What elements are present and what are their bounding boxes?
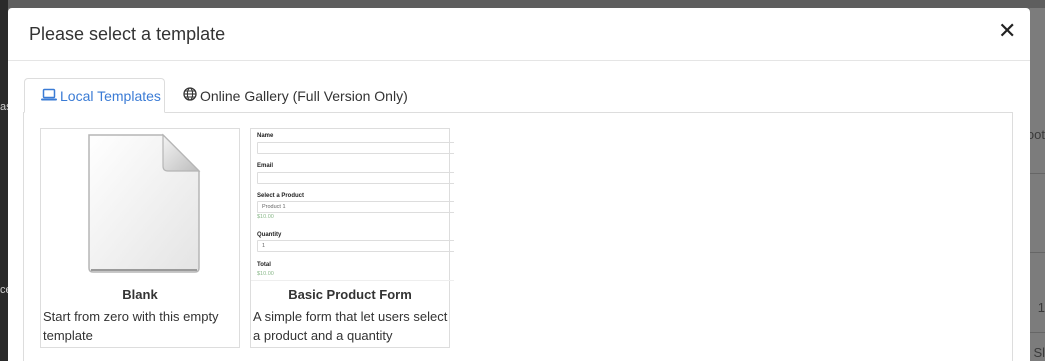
template-modal: Please select a template ✕ Local Templat… — [8, 8, 1030, 361]
preview-email-input — [257, 172, 454, 184]
preview-total-value: $10.00 — [257, 271, 274, 277]
preview-quantity-label: Quantity — [257, 232, 282, 238]
close-button[interactable]: ✕ — [998, 21, 1016, 43]
template-description: Start from zero with this empty template — [43, 309, 219, 343]
form-preview-thumbnail: Name Email Select a Product Product 1 $1… — [251, 129, 454, 281]
preview-email-label: Email — [257, 163, 274, 169]
backdrop-right-text: 1 — [1037, 300, 1045, 315]
template-description: A simple form that let users select a pr… — [253, 309, 448, 343]
backdrop-right-divider — [1030, 252, 1045, 253]
tab-label: Local Templates — [60, 87, 161, 104]
template-tabs: Local Templates Online Gallery (Full Ver… — [23, 78, 1013, 113]
modal-header: Please select a template ✕ — [8, 8, 1030, 61]
template-card-basic-product-form[interactable]: Name Email Select a Product Product 1 $1… — [250, 128, 454, 348]
backdrop-left-panel — [0, 0, 8, 361]
preview-total-label: Total — [257, 262, 271, 268]
backdrop-right-divider — [1030, 173, 1045, 174]
blank-page-icon — [85, 132, 205, 282]
preview-name-input — [257, 142, 454, 154]
laptop-icon — [41, 88, 60, 104]
tab-local-templates[interactable]: Local Templates — [24, 78, 165, 113]
backdrop-right-divider — [1030, 332, 1045, 333]
preview-product-price: $10.00 — [257, 214, 274, 220]
preview-product-label: Select a Product — [257, 193, 305, 199]
template-name: Blank — [122, 287, 158, 302]
template-name: Basic Product Form — [288, 287, 412, 302]
preview-product-select: Product 1 — [257, 201, 454, 213]
backdrop-top-strip — [0, 0, 1045, 8]
modal-title: Please select a template — [29, 24, 226, 44]
preview-quantity-input: 1 — [257, 240, 454, 252]
template-card-blank[interactable]: Blank Start from zero with this empty te… — [40, 128, 240, 348]
globe-icon — [183, 87, 200, 104]
tab-label: Online Gallery (Full Version Only) — [200, 87, 408, 104]
preview-name-label: Name — [257, 133, 274, 139]
tab-online-gallery[interactable]: Online Gallery (Full Version Only) — [183, 78, 408, 113]
backdrop-right-text: Sl — [1033, 345, 1045, 360]
